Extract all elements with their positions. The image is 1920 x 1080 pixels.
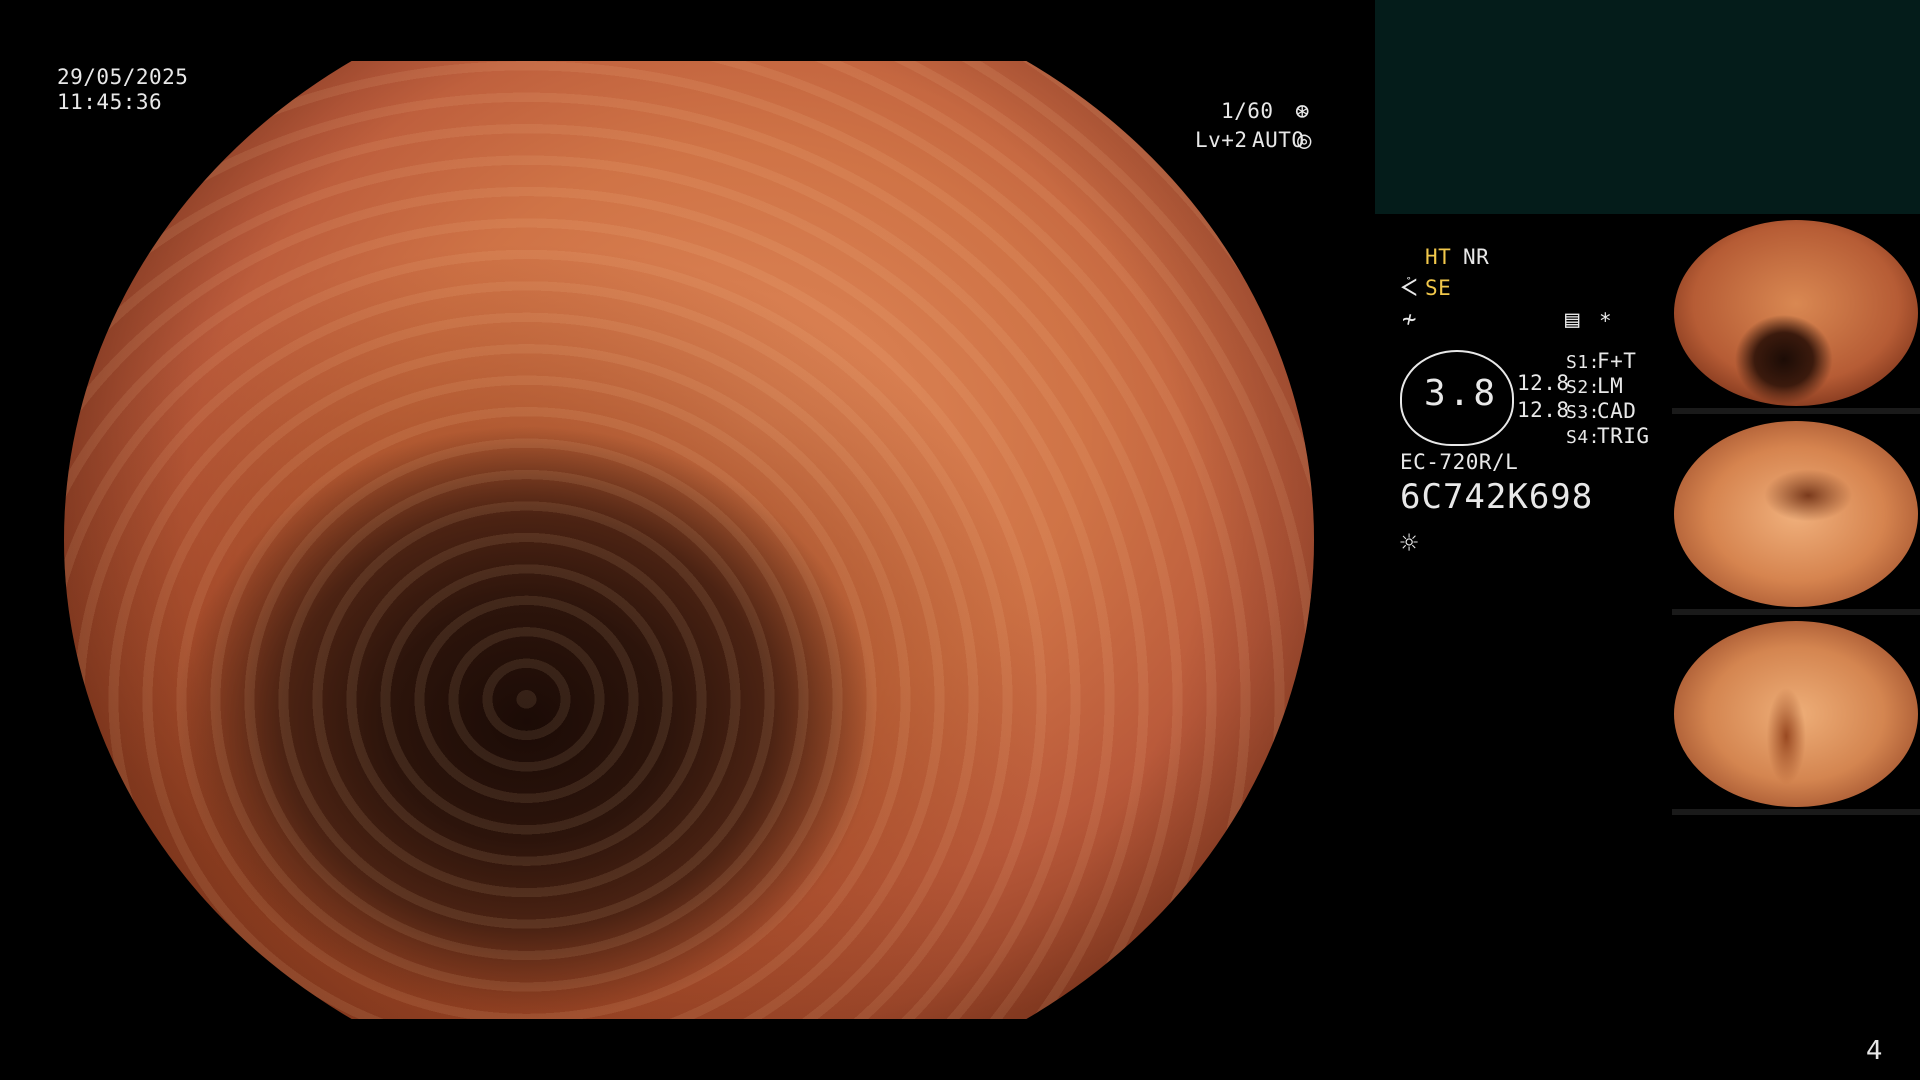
thumbnail-image: [1674, 621, 1918, 807]
shutter-label: 1/60: [1221, 99, 1274, 123]
s4-value: TRIG: [1597, 424, 1650, 448]
s4-key: S4:: [1566, 427, 1601, 448]
se-indicator: SE: [1425, 276, 1452, 300]
s1-key: S1:: [1566, 352, 1601, 373]
scope-serial: 6C742K698: [1400, 477, 1594, 517]
record-icon: ▤: [1565, 305, 1580, 333]
thumbnail-bar: [1672, 609, 1920, 615]
ht-indicator: HT: [1425, 245, 1452, 269]
auto-exposure-icon: ◎: [1297, 126, 1312, 154]
asterisk-indicator: *: [1599, 309, 1613, 333]
thumbnail-bar: [1672, 408, 1920, 414]
page-number: 4: [1866, 1036, 1883, 1066]
s1-value: F+T: [1597, 349, 1637, 373]
thumbnail-3[interactable]: [1672, 617, 1920, 815]
date-label: 29/05/2025: [57, 65, 189, 89]
thumbnail-image: [1674, 421, 1918, 607]
s3-key: S3:: [1566, 402, 1601, 423]
thumbnail-bar: [1672, 809, 1920, 815]
light-icon: ☼: [1400, 526, 1419, 561]
value-1: 12.8: [1517, 371, 1570, 395]
thumbnail-image: [1674, 220, 1918, 406]
endoscope-image: [64, 61, 1314, 1019]
s2-key: S2:: [1566, 377, 1601, 398]
level-label: Lv+2: [1195, 128, 1248, 152]
thumbnail-2[interactable]: [1672, 417, 1920, 615]
structure-enhance-icon: ᢵ: [1400, 274, 1418, 302]
value-2: 12.8: [1517, 398, 1570, 422]
nr-indicator: NR: [1463, 245, 1490, 269]
endoscope-view: [64, 61, 1314, 1019]
gauge-value: 3.8: [1424, 373, 1499, 414]
s3-value: CAD: [1597, 399, 1637, 423]
time-label: 11:45:36: [57, 90, 163, 114]
s2-value: LM: [1597, 374, 1624, 398]
info-panel: [1375, 0, 1920, 214]
color-tone-icon: ≁: [1402, 305, 1417, 333]
scope-model: EC-720R/L: [1400, 450, 1519, 474]
aperture-icon: ⊛: [1295, 97, 1310, 125]
thumbnail-1[interactable]: [1672, 216, 1920, 414]
